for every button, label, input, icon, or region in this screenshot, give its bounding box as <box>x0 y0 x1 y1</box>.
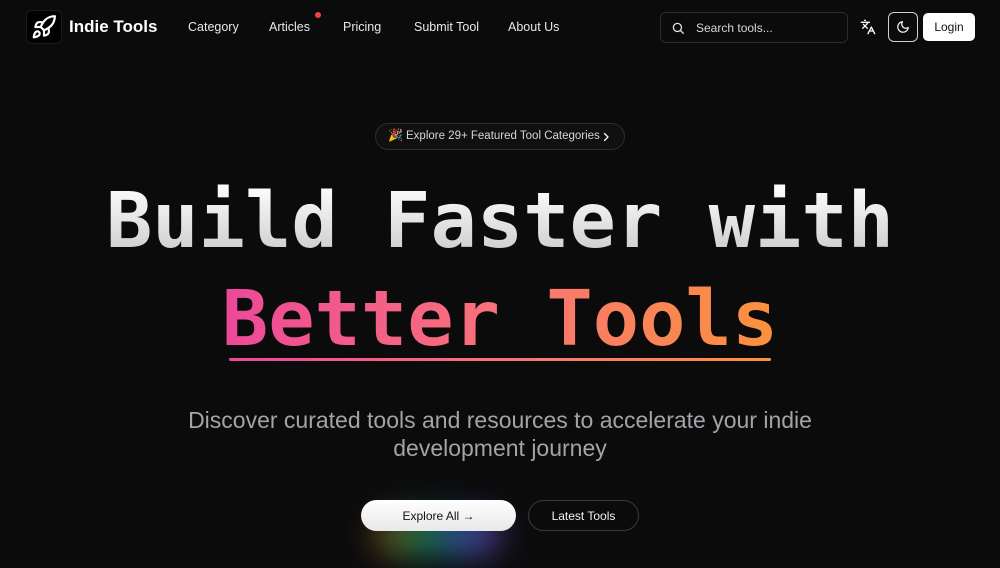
nav-articles[interactable]: Articles <box>269 20 310 34</box>
title-underline <box>229 358 771 361</box>
logo[interactable] <box>26 10 62 44</box>
theme-toggle-button[interactable] <box>888 12 918 42</box>
nav-category[interactable]: Category <box>188 20 239 34</box>
latest-tools-button[interactable]: Latest Tools <box>528 500 639 531</box>
hero-title-line1: Build Faster with <box>0 183 1000 260</box>
brand-name[interactable]: Indie Tools <box>69 17 157 37</box>
nav-submit-tool[interactable]: Submit Tool <box>414 20 479 34</box>
login-button[interactable]: Login <box>923 13 975 41</box>
nav-about-us[interactable]: About Us <box>508 20 559 34</box>
hero-subtitle: Discover curated tools and resources to … <box>188 407 812 461</box>
hero-title-line2: Better Tools <box>221 275 779 364</box>
rocket-icon <box>32 15 56 39</box>
search-input[interactable]: Search tools... <box>660 12 848 43</box>
moon-icon <box>897 21 909 33</box>
notification-dot <box>315 12 321 18</box>
party-icon: 🎉 <box>388 128 403 142</box>
translate-button[interactable] <box>858 17 878 37</box>
badge-text: Explore 29+ Featured Tool Categories <box>406 130 600 142</box>
nav-pricing[interactable]: Pricing <box>343 20 381 34</box>
search-icon <box>672 22 684 34</box>
translate-icon <box>860 19 876 35</box>
hero-title-line2-wrap: Better Tools <box>0 281 1000 358</box>
chevron-right-icon <box>603 132 609 142</box>
search-placeholder: Search tools... <box>696 21 773 35</box>
featured-categories-badge[interactable]: 🎉 Explore 29+ Featured Tool Categories <box>375 123 625 150</box>
site-header: Indie Tools Category Articles Pricing Su… <box>0 0 1000 55</box>
explore-all-button[interactable]: Explore All → <box>361 500 516 531</box>
